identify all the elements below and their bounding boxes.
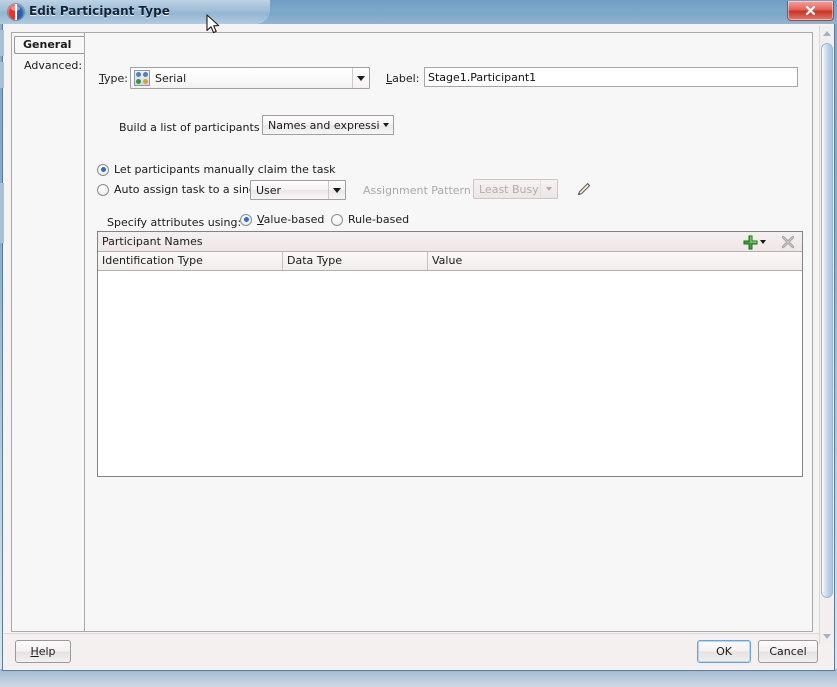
build-list-combo[interactable]: Names and expressions (262, 115, 394, 135)
cancel-button[interactable]: Cancel (758, 640, 818, 663)
label-label: Label: (386, 72, 420, 85)
column-header-value[interactable]: Value (428, 252, 802, 270)
type-label: Type: (99, 72, 128, 85)
pencil-icon (577, 183, 591, 196)
assignment-pattern-arrow (540, 180, 557, 198)
scrollbar-thumb[interactable] (821, 43, 833, 598)
value-based-radio[interactable] (240, 213, 252, 226)
auto-assign-radio[interactable] (97, 183, 109, 196)
assignment-pattern-label: Assignment Pattern : (363, 184, 479, 197)
auto-assign-label: Auto assign task to a single (114, 183, 266, 196)
value-based-radio-row[interactable]: Value-based (240, 213, 324, 226)
delete-x-icon (781, 235, 795, 249)
auto-assign-target-arrow (328, 181, 345, 199)
help-button-label: Help (30, 645, 56, 658)
ok-button-label: OK (716, 645, 732, 658)
left-edge-mark-mid (0, 62, 4, 88)
assignment-pattern-combo: Least Busy (473, 179, 558, 199)
dialog-body: General Advanced: Type: Serial Label: St… (2, 24, 835, 671)
rule-based-radio[interactable] (331, 213, 343, 226)
build-list-arrow (379, 116, 393, 134)
build-list-value: Names and expressions (268, 118, 380, 132)
serial-type-icon (134, 70, 150, 86)
window-title: Edit Participant Type (29, 4, 170, 18)
rule-based-radio-row[interactable]: Rule-based (331, 213, 409, 226)
dialog-button-bar: Help OK Cancel (4, 633, 833, 669)
chevron-up-icon (823, 31, 831, 36)
content-pane: Type: Serial Label: Build a list of part… (84, 32, 813, 632)
ok-button[interactable]: OK (697, 640, 751, 663)
auto-assign-radio-row[interactable]: Auto assign task to a single (97, 183, 266, 196)
left-edge-mark-lower (0, 183, 4, 243)
plus-icon (743, 235, 757, 249)
manual-claim-radio-row[interactable]: Let participants manually claim the task (97, 163, 336, 176)
table-title: Participant Names (102, 235, 203, 248)
add-participant-button[interactable] (740, 233, 768, 251)
table-toolbar: Participant Names (98, 232, 802, 252)
column-header-data-type[interactable]: Data Type (283, 252, 428, 270)
type-combo[interactable]: Serial (130, 67, 370, 89)
specify-attributes-label: Specify attributes using: (107, 216, 242, 229)
chevron-down-icon (823, 634, 831, 639)
vertical-scrollbar[interactable] (819, 26, 834, 644)
tab-general[interactable]: General (14, 36, 88, 54)
close-button[interactable] (787, 1, 834, 21)
table-body[interactable] (98, 271, 802, 476)
delete-participant-button (778, 233, 798, 251)
oracle-sphere-icon (8, 4, 24, 20)
table-header-row: Identification Type Data Type Value (98, 252, 802, 271)
edit-participant-type-dialog: Edit Participant Type General Advanced: … (0, 0, 837, 673)
title-bar[interactable]: Edit Participant Type (0, 0, 837, 24)
manual-claim-label: Let participants manually claim the task (114, 163, 336, 176)
label-input[interactable] (424, 67, 798, 87)
participant-names-table: Participant Names Identification Type Da… (97, 231, 803, 477)
auto-assign-target-combo[interactable]: User (250, 180, 346, 200)
column-header-identification-type[interactable]: Identification Type (98, 252, 283, 270)
close-icon (805, 5, 816, 16)
scroll-up-button[interactable] (820, 26, 834, 41)
type-combo-arrow (352, 68, 369, 88)
cancel-button-label: Cancel (769, 645, 807, 658)
left-edge-mark-top (0, 30, 4, 56)
assignment-pattern-value: Least Busy (479, 182, 539, 196)
tab-list: General Advanced: (11, 32, 88, 632)
rule-based-label: Rule-based (348, 213, 410, 226)
manual-claim-radio[interactable] (97, 163, 109, 176)
tab-advanced[interactable]: Advanced: (16, 58, 89, 76)
dialog-inner: General Advanced: Type: Serial Label: St… (3, 24, 834, 670)
help-button[interactable]: Help (15, 640, 71, 663)
edit-assignment-pattern-button[interactable] (574, 179, 594, 199)
scroll-down-button[interactable] (820, 629, 834, 644)
type-combo-value: Serial (155, 71, 187, 85)
auto-assign-target-value: User (256, 183, 282, 197)
value-based-label: Value-based (257, 213, 325, 226)
add-dropdown-arrow[interactable] (759, 240, 766, 244)
